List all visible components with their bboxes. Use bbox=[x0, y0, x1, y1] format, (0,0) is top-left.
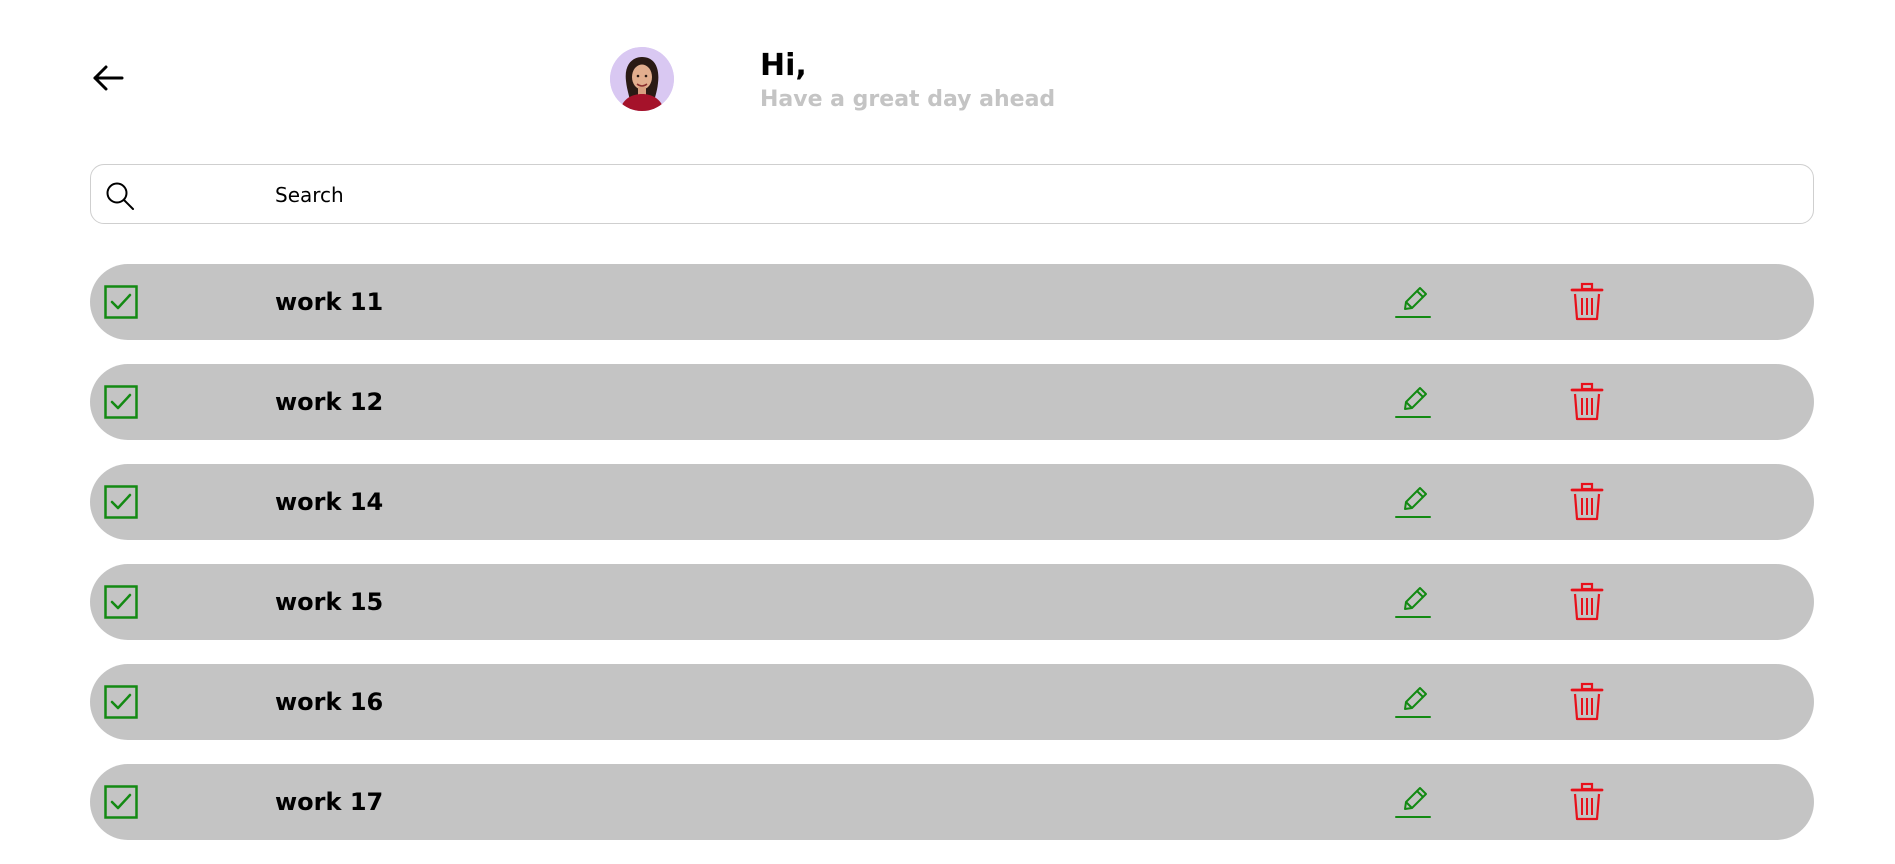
task-row: work 11 bbox=[90, 264, 1814, 340]
search-bar[interactable] bbox=[90, 164, 1814, 224]
trash-icon[interactable] bbox=[1568, 782, 1606, 822]
header: Hi, Have a great day ahead bbox=[0, 0, 1895, 150]
pencil-icon[interactable] bbox=[1394, 582, 1432, 620]
task-title: work 12 bbox=[275, 388, 384, 416]
search-input[interactable] bbox=[273, 175, 1777, 215]
trash-icon[interactable] bbox=[1568, 582, 1606, 622]
task-title: work 14 bbox=[275, 488, 384, 516]
checkbox-checked-icon[interactable] bbox=[104, 585, 138, 619]
pencil-icon[interactable] bbox=[1394, 382, 1432, 420]
trash-icon[interactable] bbox=[1568, 382, 1606, 422]
greeting-subtitle: Have a great day ahead bbox=[760, 87, 1056, 112]
task-title: work 15 bbox=[275, 588, 384, 616]
task-row: work 14 bbox=[90, 464, 1814, 540]
arrow-left-icon bbox=[93, 65, 124, 91]
task-title: work 11 bbox=[275, 288, 384, 316]
checkbox-checked-icon[interactable] bbox=[104, 485, 138, 519]
task-row: work 17 bbox=[90, 764, 1814, 840]
task-list: work 11 work 12 work 14 work 15 work 16 … bbox=[90, 264, 1814, 864]
back-button[interactable] bbox=[88, 60, 128, 96]
task-row: work 15 bbox=[90, 564, 1814, 640]
pencil-icon[interactable] bbox=[1394, 482, 1432, 520]
trash-icon[interactable] bbox=[1568, 482, 1606, 522]
user-avatar-icon bbox=[610, 47, 674, 111]
trash-icon[interactable] bbox=[1568, 682, 1606, 722]
avatar bbox=[610, 47, 674, 111]
search-icon bbox=[106, 182, 134, 210]
greeting-title: Hi, bbox=[760, 48, 807, 83]
pencil-icon[interactable] bbox=[1394, 782, 1432, 820]
pencil-icon[interactable] bbox=[1394, 282, 1432, 320]
task-title: work 16 bbox=[275, 688, 384, 716]
task-row: work 16 bbox=[90, 664, 1814, 740]
task-title: work 17 bbox=[275, 788, 384, 816]
pencil-icon[interactable] bbox=[1394, 682, 1432, 720]
greeting: Hi, Have a great day ahead bbox=[760, 48, 1055, 114]
checkbox-checked-icon[interactable] bbox=[104, 285, 138, 319]
checkbox-checked-icon[interactable] bbox=[104, 685, 138, 719]
task-row: work 12 bbox=[90, 364, 1814, 440]
checkbox-checked-icon[interactable] bbox=[104, 785, 138, 819]
trash-icon[interactable] bbox=[1568, 282, 1606, 322]
checkbox-checked-icon[interactable] bbox=[104, 385, 138, 419]
